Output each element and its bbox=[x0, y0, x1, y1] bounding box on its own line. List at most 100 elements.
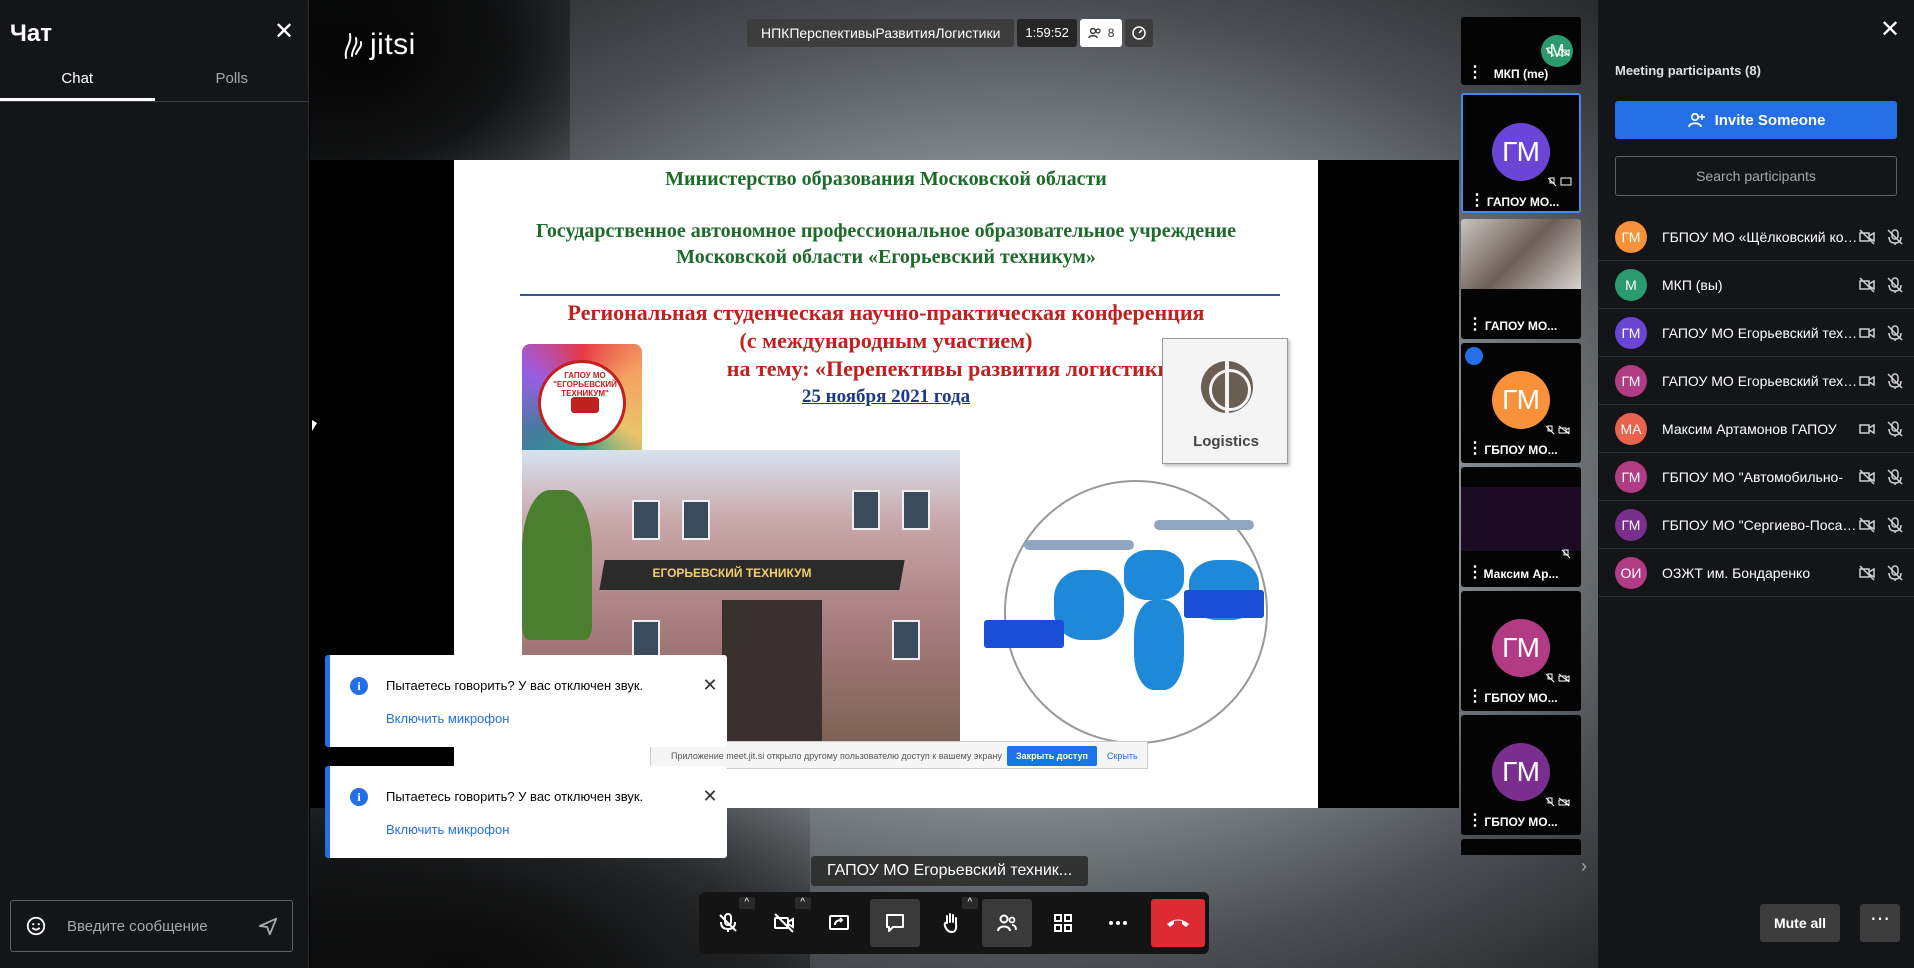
participant-row[interactable]: ГМ ГАПОУ МО Егорьевский техникум bbox=[1598, 357, 1914, 405]
camera-off-icon bbox=[1558, 797, 1570, 807]
participant-name: ОЗЖТ им. Бондаренко bbox=[1662, 565, 1811, 581]
camera-button[interactable]: ^ bbox=[759, 897, 811, 947]
chat-message-input[interactable] bbox=[67, 913, 247, 939]
avatar: ГМ bbox=[1492, 743, 1550, 801]
share-message: Приложение meet.jit.si открыло другому п… bbox=[671, 751, 1002, 761]
video-settings-chevron-icon[interactable]: ^ bbox=[794, 897, 811, 909]
filmstrip-tile[interactable]: ГМ ⋮ ГБПОУ МО... bbox=[1461, 591, 1581, 711]
stop-sharing-button: Закрыть доступ bbox=[1007, 746, 1097, 766]
tile-view-button[interactable] bbox=[1038, 899, 1088, 947]
filmstrip-scroll-chevron-icon[interactable]: › bbox=[1581, 856, 1587, 877]
share-screen-button[interactable] bbox=[815, 899, 865, 947]
slide-institution-line1: Государственное автономное профессиональ… bbox=[535, 220, 1237, 242]
dominant-speaker-label: ГАПОУ МО Егорьевский техник... bbox=[811, 856, 1089, 886]
participants-icon bbox=[996, 914, 1017, 932]
reactions-chevron-icon[interactable]: ^ bbox=[961, 897, 978, 909]
tile-name: Максим Ар... bbox=[1483, 567, 1559, 581]
participant-row[interactable]: ОИ ОЗЖТ им. Бондаренко bbox=[1598, 549, 1914, 597]
unmute-microphone-link[interactable]: Включить микрофон bbox=[386, 711, 509, 726]
participant-row[interactable]: ГМ ГБПОУ МО "Автомобильно- bbox=[1598, 453, 1914, 501]
mute-all-button[interactable]: Mute all bbox=[1760, 904, 1840, 942]
chat-input-box bbox=[10, 900, 293, 952]
mic-muted-icon bbox=[1887, 325, 1903, 341]
participant-row[interactable]: МА Максим Артамонов ГАПОУ bbox=[1598, 405, 1914, 453]
avatar: ГМ bbox=[1615, 317, 1647, 349]
add-user-icon bbox=[1687, 112, 1705, 128]
jitsi-logo: jitsi bbox=[340, 28, 416, 62]
tile-name: ГБПОУ МО... bbox=[1484, 443, 1558, 457]
raised-hand-indicator-icon bbox=[1465, 347, 1483, 365]
more-icon bbox=[1109, 921, 1128, 925]
participant-row[interactable]: М МКП (вы) bbox=[1598, 261, 1914, 309]
notification-title: Пытаетесь говорить? У вас отключен звук. bbox=[386, 789, 644, 804]
close-chat-icon[interactable]: ✕ bbox=[272, 20, 296, 44]
tab-polls[interactable]: Polls bbox=[155, 64, 310, 101]
participant-name: ГБПОУ МО "Автомобильно- bbox=[1662, 469, 1844, 485]
participant-name: Максим Артамонов ГАПОУ bbox=[1662, 421, 1837, 437]
participants-button[interactable] bbox=[981, 899, 1032, 947]
muted-status-icons bbox=[1545, 47, 1570, 57]
participants-search-input[interactable] bbox=[1615, 156, 1897, 196]
camera-off-icon bbox=[1859, 517, 1875, 533]
microphone-button[interactable]: ^ bbox=[703, 897, 755, 947]
more-actions-button[interactable] bbox=[1093, 899, 1143, 947]
filmstrip-tile-video[interactable]: ⋮ ГАПОУ МО... bbox=[1461, 219, 1581, 339]
mic-muted-icon bbox=[1547, 177, 1557, 187]
participant-row[interactable]: ГМ ГАПОУ МО Егорьевский техникум bbox=[1598, 309, 1914, 357]
participants-panel: ✕ Meeting participants (8) Invite Someon… bbox=[1598, 0, 1914, 968]
participant-row[interactable]: ГМ ГБПОУ МО «Щёлковский колледж» bbox=[1598, 213, 1914, 261]
tile-name: МКП (me) bbox=[1493, 67, 1549, 81]
chat-tabs: Chat Polls bbox=[0, 64, 309, 102]
participants-more-button[interactable]: ⋯ bbox=[1860, 904, 1900, 942]
filmstrip-tile[interactable]: ГМ ⋮ ГАПОУ МО... bbox=[1461, 93, 1581, 213]
camera-on-icon bbox=[1859, 327, 1875, 339]
filmstrip-tile-partial[interactable] bbox=[1461, 839, 1581, 855]
send-icon[interactable] bbox=[257, 915, 279, 937]
participant-name: ГАПОУ МО Егорьевский техникум bbox=[1662, 373, 1858, 389]
mic-muted-icon bbox=[1887, 565, 1903, 581]
jitsi-logo-icon bbox=[344, 33, 363, 59]
filmstrip-tile-video[interactable]: ⋮ Максим Ар... bbox=[1461, 467, 1581, 587]
info-icon: i bbox=[350, 788, 368, 806]
filmstrip-tile[interactable]: ГМ ⋮ ГБПОУ МО... bbox=[1461, 715, 1581, 835]
tile-view-icon bbox=[1053, 914, 1072, 932]
mic-muted-icon bbox=[1887, 421, 1903, 437]
gauge-icon bbox=[1132, 26, 1147, 40]
participants-title: Meeting participants (8) bbox=[1615, 63, 1761, 78]
camera-off-icon bbox=[1558, 47, 1570, 57]
avatar: ГМ bbox=[1615, 221, 1647, 253]
audio-settings-chevron-icon[interactable]: ^ bbox=[738, 897, 755, 909]
hangup-icon bbox=[1167, 919, 1190, 927]
avatar: ОИ bbox=[1615, 557, 1647, 589]
slide-conference-line1: Региональная студенческая научно-практич… bbox=[567, 300, 1205, 325]
tab-chat[interactable]: Chat bbox=[0, 64, 155, 101]
camera-off-icon bbox=[1558, 673, 1570, 683]
participant-count-badge[interactable]: 8 bbox=[1079, 19, 1123, 47]
invite-someone-button[interactable]: Invite Someone bbox=[1615, 101, 1897, 139]
close-participants-icon[interactable]: ✕ bbox=[1878, 18, 1902, 42]
chat-title: Чат bbox=[10, 20, 52, 47]
camera-off-icon bbox=[773, 913, 794, 933]
participant-count: 8 bbox=[1107, 26, 1115, 40]
leave-meeting-button[interactable] bbox=[1151, 899, 1206, 947]
mic-muted-icon bbox=[1545, 47, 1555, 57]
globe-icon bbox=[1201, 361, 1253, 413]
emoji-icon[interactable] bbox=[25, 915, 47, 937]
info-icon: i bbox=[350, 677, 368, 695]
unmute-microphone-link[interactable]: Включить микрофон bbox=[386, 822, 509, 837]
mic-muted-icon bbox=[1545, 797, 1555, 807]
microphone-muted-icon bbox=[719, 913, 737, 932]
camera-off-icon bbox=[1859, 469, 1875, 485]
raise-hand-button[interactable]: ^ bbox=[926, 897, 978, 947]
college-badge-logo: ГАПОУ МО "ЕГОРЬЕВСКИЙ ТЕХНИКУМ" bbox=[522, 344, 642, 462]
close-notification-icon[interactable]: ✕ bbox=[700, 675, 720, 695]
filmstrip-tile-local[interactable]: М ⋮ МКП (me) bbox=[1461, 17, 1581, 85]
close-notification-icon[interactable]: ✕ bbox=[700, 786, 720, 806]
avatar: ГМ bbox=[1492, 619, 1550, 677]
filmstrip-tile[interactable]: ГМ ⋮ ГБПОУ МО... bbox=[1461, 343, 1581, 463]
participant-row[interactable]: ГМ ГБПОУ МО "Сергиево-Посадский bbox=[1598, 501, 1914, 549]
performance-settings-button[interactable] bbox=[1125, 19, 1154, 47]
tile-name: ГАПОУ МО... bbox=[1486, 195, 1560, 209]
slide-institution-line2: Московской области «Егорьевский техникум… bbox=[676, 246, 1096, 268]
chat-button[interactable] bbox=[870, 899, 921, 947]
